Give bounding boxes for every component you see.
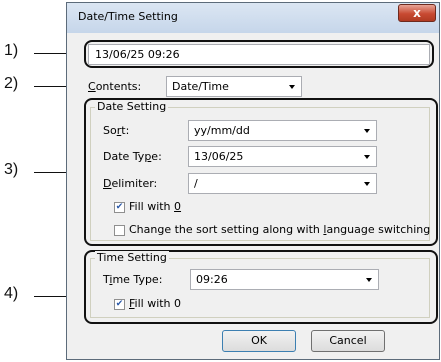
time-fill-checkbox[interactable]: ✔ bbox=[114, 299, 125, 310]
sort-label: Sort: bbox=[103, 124, 130, 137]
chevron-down-icon bbox=[364, 182, 370, 186]
time-type-label: Time Type: bbox=[103, 273, 163, 286]
delimiter-value: / bbox=[194, 177, 198, 190]
sort-dropdown[interactable]: yy/mm/dd bbox=[188, 120, 377, 141]
chevron-down-icon bbox=[364, 129, 370, 133]
date-fill-checkbox[interactable]: ✔ bbox=[114, 202, 125, 213]
ok-button[interactable]: OK bbox=[222, 330, 296, 352]
delimiter-label: Delimiter: bbox=[103, 177, 158, 190]
close-icon: x bbox=[413, 6, 421, 20]
contents-label: Contents: bbox=[88, 80, 142, 93]
callout-2: 2) bbox=[4, 75, 19, 92]
cancel-button[interactable]: Cancel bbox=[311, 330, 385, 352]
time-type-value: 09:26 bbox=[196, 273, 228, 286]
date-type-value: 13/06/25 bbox=[194, 150, 244, 163]
sort-value: yy/mm/dd bbox=[194, 124, 250, 137]
time-fill-label: Fill with 0 bbox=[129, 297, 182, 310]
chevron-down-icon bbox=[289, 85, 295, 89]
date-type-label: Date Type: bbox=[103, 150, 162, 163]
time-type-dropdown[interactable]: 09:26 bbox=[190, 269, 379, 290]
checkmark-icon: ✔ bbox=[115, 202, 124, 212]
date-setting-legend: Date Setting bbox=[95, 100, 169, 113]
chevron-down-icon bbox=[364, 155, 370, 159]
change-sort-checkbox[interactable] bbox=[114, 225, 125, 236]
delimiter-dropdown[interactable]: / bbox=[188, 173, 377, 194]
callout-1: 1) bbox=[4, 42, 19, 59]
contents-dropdown[interactable]: Date/Time bbox=[166, 76, 302, 97]
date-type-dropdown[interactable]: 13/06/25 bbox=[188, 146, 377, 167]
contents-value: Date/Time bbox=[172, 80, 229, 93]
close-button[interactable]: x bbox=[398, 4, 436, 22]
date-fill-label: Fill with 0 bbox=[129, 200, 182, 213]
callout-4: 4) bbox=[4, 285, 19, 302]
callout-3: 3) bbox=[4, 161, 19, 178]
checkmark-icon: ✔ bbox=[115, 299, 124, 309]
preview-field: 13/06/25 09:26 bbox=[88, 44, 430, 65]
window-title: Date/Time Setting bbox=[78, 10, 178, 23]
change-sort-label: Change the sort setting along with langu… bbox=[129, 223, 431, 236]
time-setting-legend: Time Setting bbox=[95, 251, 169, 264]
chevron-down-icon bbox=[366, 278, 372, 282]
